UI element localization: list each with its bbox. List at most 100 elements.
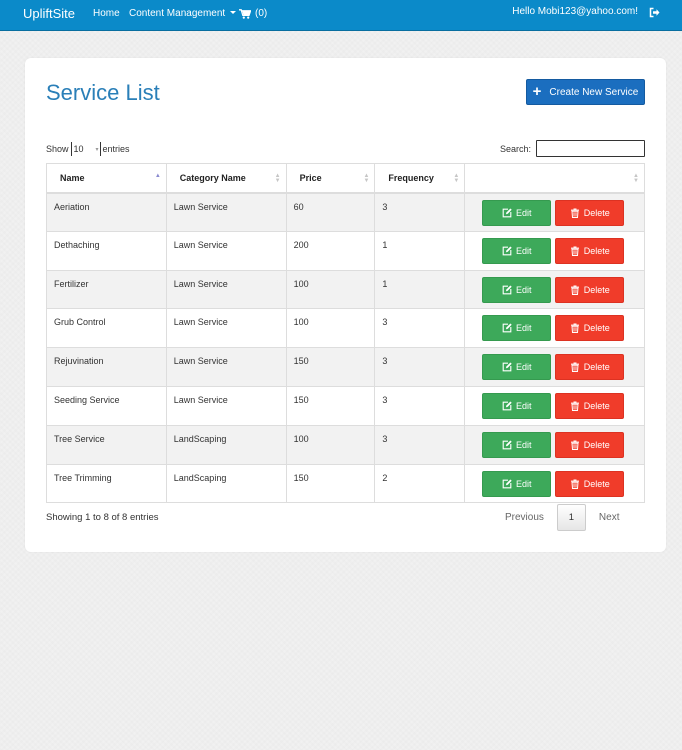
trash-icon [570, 362, 579, 373]
table-row: Grub Control Lawn Service 100 3 Edit Delete [46, 308, 645, 349]
edit-button[interactable]: Edit [482, 237, 552, 264]
trash-icon [570, 401, 579, 411]
content-card: Service List + Create New Service Show 1… [25, 58, 666, 552]
delete-button[interactable]: Delete [555, 470, 625, 497]
cell-actions: Edit Delete [464, 347, 645, 387]
column-header-label: Category Name [179, 172, 246, 183]
edit-button[interactable]: Edit [482, 354, 552, 381]
edit-button[interactable]: Edit [482, 276, 552, 303]
trash-icon [570, 440, 579, 450]
previous-page-button[interactable]: Previous [505, 512, 544, 523]
create-new-service-button[interactable]: + Create New Service [526, 79, 645, 105]
delete-button[interactable]: Delete [555, 315, 625, 342]
brand-link[interactable]: UpliftSite [23, 6, 75, 21]
cell-category: LandScaping [166, 425, 287, 465]
create-new-service-label: Create New Service [549, 86, 639, 98]
entries-select-value: 10 [73, 144, 84, 154]
table-row: Tree Trimming LandScaping 150 2 Edit Delete [46, 464, 645, 504]
trash-icon [570, 246, 579, 256]
column-header-frequency[interactable]: Frequency ▲ ▼ [374, 163, 466, 194]
sort-both-icon: ▲ ▼ [633, 173, 639, 184]
search-label: Search: [500, 143, 532, 154]
cell-actions: Edit Delete [464, 425, 645, 465]
entries-select[interactable]: 10 ▾ [70, 142, 101, 156]
nav-content-management-dropdown[interactable]: Content Management [129, 8, 237, 19]
cell-category: Lawn Service [166, 231, 287, 271]
delete-button[interactable]: Delete [555, 276, 625, 303]
delete-button[interactable]: Delete [555, 354, 625, 381]
cell-price: 100 [286, 308, 376, 349]
pagination: Previous 1 Next [505, 504, 619, 531]
sort-both-icon: ▲ ▼ [274, 173, 281, 184]
cell-name: Tree Trimming [46, 464, 167, 504]
delete-label: Delete [583, 207, 610, 218]
edit-button[interactable]: Edit [482, 470, 552, 497]
page-1-button[interactable]: 1 [556, 504, 586, 531]
search-input[interactable] [536, 140, 646, 157]
column-header-actions[interactable]: ▲ ▼ [464, 163, 645, 194]
table-info: Showing 1 to 8 of 8 entries [46, 512, 159, 523]
cell-actions: Edit Delete [464, 231, 645, 271]
edit-label: Edit [516, 245, 532, 256]
cell-name: Grub Control [46, 308, 167, 349]
sort-asc-icon: ▲ [154, 173, 161, 179]
cell-category: LandScaping [166, 464, 287, 504]
cell-frequency: 3 [374, 308, 466, 349]
delete-button[interactable]: Delete [555, 392, 625, 419]
navbar: UpliftSite Home Content Management (0) H… [0, 0, 682, 31]
cell-actions: Edit Delete [464, 464, 645, 504]
edit-label: Edit [516, 478, 532, 489]
cell-frequency: 1 [374, 270, 466, 310]
cell-category: Lawn Service [166, 386, 287, 426]
column-header-category[interactable]: Category Name ▲ ▼ [166, 163, 287, 194]
delete-label: Delete [583, 245, 610, 256]
nav-content-management-label: Content Management [129, 8, 226, 19]
trash-icon [570, 208, 579, 218]
edit-icon [502, 401, 512, 411]
column-header-label: Name [60, 172, 85, 183]
delete-button[interactable]: Delete [555, 199, 625, 226]
edit-label: Edit [516, 439, 532, 450]
edit-icon [502, 440, 512, 450]
cell-frequency: 3 [374, 192, 466, 232]
cell-price: 200 [286, 231, 376, 271]
cell-name: Dethaching [46, 231, 167, 271]
trash-icon [570, 285, 579, 295]
user-greeting[interactable]: Hello Mobi123@yahoo.com! [512, 6, 638, 17]
next-page-button[interactable]: Next [599, 512, 620, 523]
delete-label: Delete [583, 362, 610, 373]
table-row: Tree Service LandScaping 100 3 Edit Delete [46, 425, 645, 465]
column-header-name[interactable]: Name ▲ [46, 163, 167, 194]
table-row: Seeding Service Lawn Service 150 3 Edit Delet… [46, 386, 645, 426]
delete-button[interactable]: Delete [555, 237, 625, 264]
show-label: Show [46, 144, 69, 154]
table-row: Fertilizer Lawn Service 100 1 Edit Delete [46, 270, 645, 310]
page-title: Service List [46, 80, 160, 105]
cell-price: 60 [286, 192, 376, 232]
logout-icon[interactable] [649, 7, 660, 18]
cell-price: 150 [286, 464, 376, 504]
table-row: Rejuvination Lawn Service 150 3 Edit Delete [46, 347, 645, 387]
cell-category: Lawn Service [166, 192, 287, 232]
nav-home-link[interactable]: Home [93, 8, 120, 19]
cell-actions: Edit Delete [464, 308, 645, 349]
select-arrow-icon: ▾ [95, 146, 99, 153]
delete-label: Delete [583, 478, 610, 489]
search-control: Search: [500, 140, 646, 157]
edit-button[interactable]: Edit [482, 431, 552, 458]
plus-icon: + [532, 83, 542, 100]
nav-cart-link[interactable]: (0) [239, 8, 267, 19]
entries-label: entries [102, 144, 130, 154]
length-control: Show 10 ▾ entries [46, 142, 130, 156]
delete-button[interactable]: Delete [555, 431, 625, 458]
cell-name: Fertilizer [46, 270, 167, 310]
trash-icon [570, 479, 579, 489]
edit-button[interactable]: Edit [482, 392, 552, 419]
cell-actions: Edit Delete [464, 270, 645, 310]
column-header-price[interactable]: Price ▲ ▼ [286, 163, 376, 194]
edit-button[interactable]: Edit [482, 315, 552, 342]
column-header-label: Frequency [388, 172, 434, 183]
edit-button[interactable]: Edit [482, 199, 552, 226]
edit-icon [502, 323, 512, 333]
cell-category: Lawn Service [166, 270, 287, 310]
